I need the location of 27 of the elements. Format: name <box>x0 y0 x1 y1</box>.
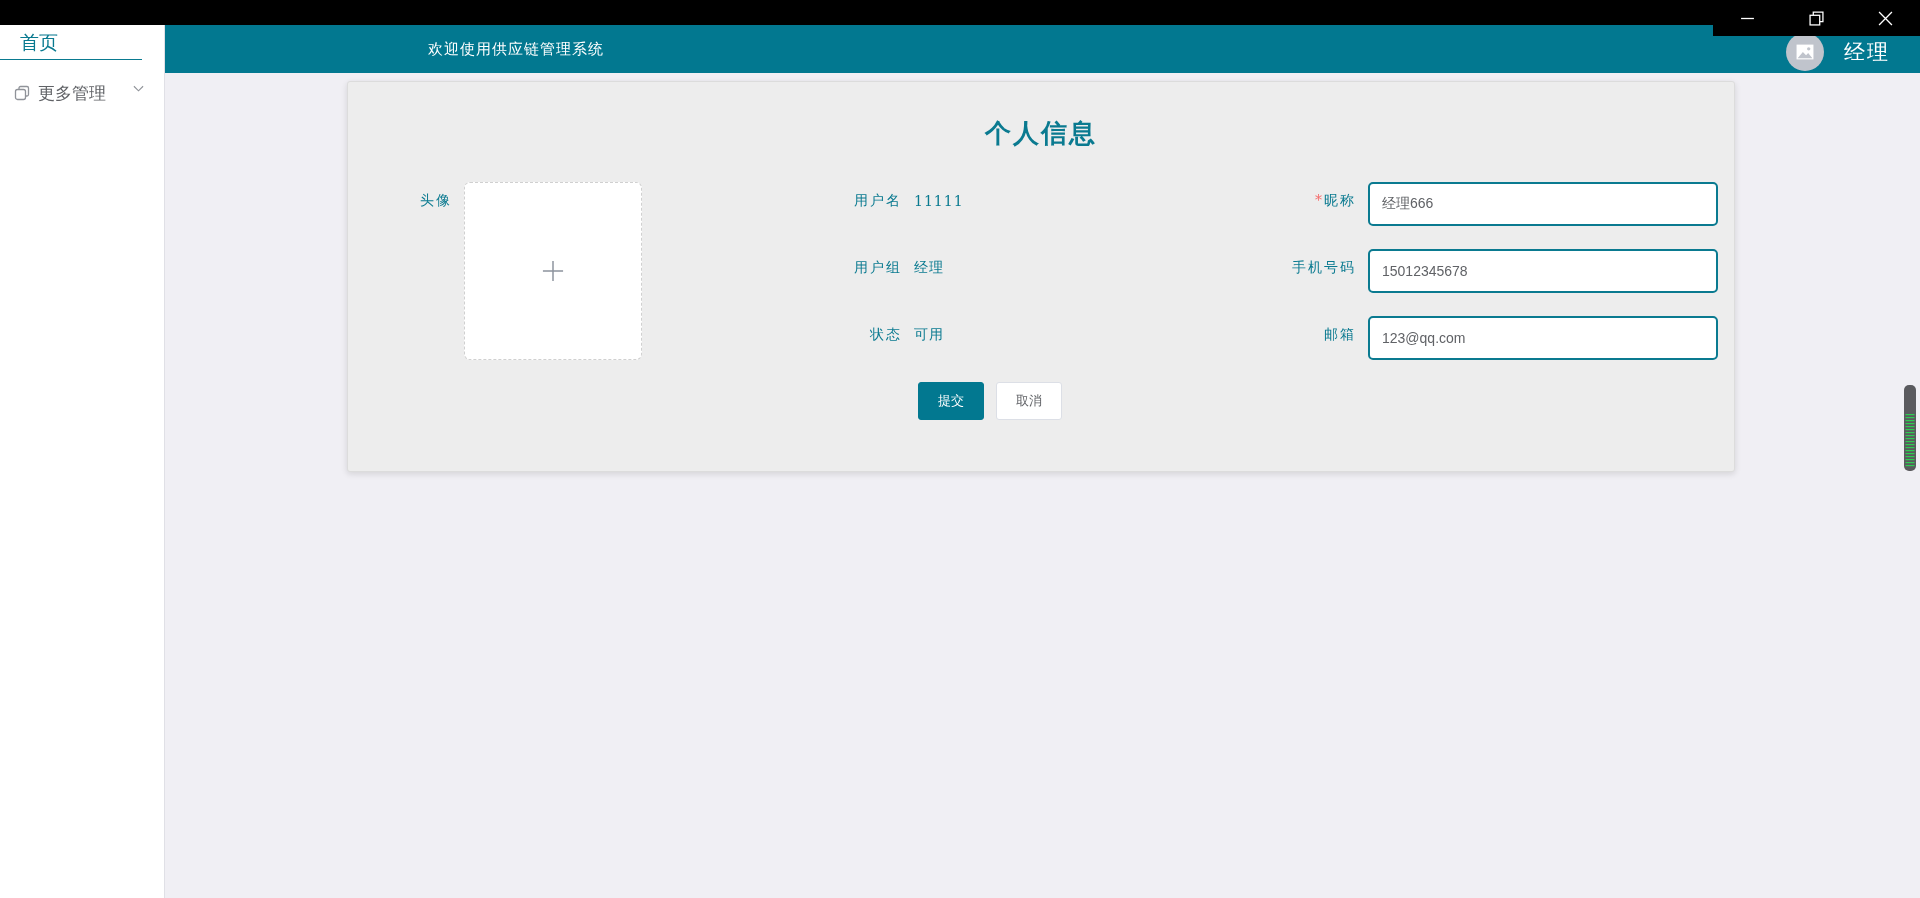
plus-icon <box>542 260 564 282</box>
field-label: 邮箱 <box>1323 326 1356 344</box>
field-label: 用户组 <box>853 259 902 277</box>
field-label: 用户名 <box>853 192 902 210</box>
input-field[interactable]: 15012345678 <box>1368 249 1718 293</box>
field-label: 状态 <box>869 326 902 344</box>
input-field[interactable]: 经理666 <box>1368 182 1718 226</box>
system-title: 欢迎使用供应链管理系统 <box>428 39 604 59</box>
field-label: 头像 <box>419 192 452 210</box>
sidebar-item[interactable]: 更多管理 <box>38 81 106 105</box>
page-title: 个人信息 <box>984 117 1098 150</box>
field-value: 经理 <box>914 259 945 277</box>
restore-icon[interactable] <box>1809 10 1824 26</box>
user-name[interactable]: 经理 <box>1844 38 1890 66</box>
field-label: 手机号码 <box>1291 259 1356 277</box>
field-value: 11111 <box>914 193 965 209</box>
level-meter-icon <box>1904 385 1916 471</box>
avatar-image-icon[interactable] <box>1786 33 1824 71</box>
input-field[interactable]: 123@qq.com <box>1368 316 1718 360</box>
chevron-icon[interactable] <box>133 85 144 93</box>
field-label: *昵称 <box>1314 192 1356 210</box>
field-value: 可用 <box>914 326 945 344</box>
copy-icon <box>14 85 30 101</box>
sidebar-tab[interactable]: 首页 <box>20 30 58 56</box>
cancel-button[interactable]: 取消 <box>996 382 1062 420</box>
submit-button[interactable]: 提交 <box>918 382 984 420</box>
close-icon[interactable] <box>1878 10 1893 26</box>
